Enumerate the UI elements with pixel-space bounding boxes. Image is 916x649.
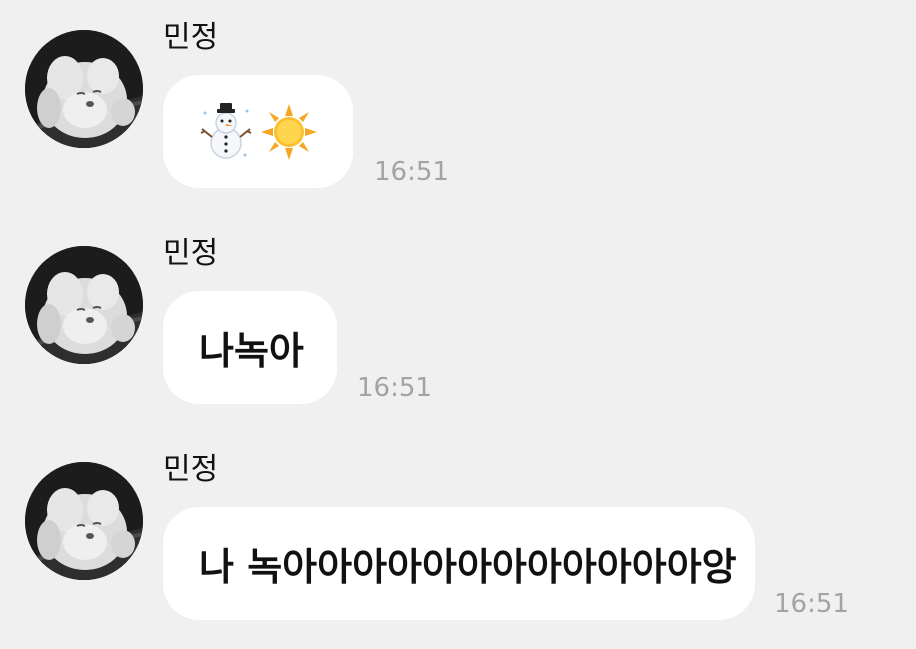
message-row: 민정 16:51	[0, 0, 916, 200]
avatar-image	[25, 30, 143, 148]
timestamp: 16:51	[774, 589, 849, 619]
avatar[interactable]	[25, 30, 143, 148]
message-text: 나녹아	[199, 329, 304, 373]
avatar[interactable]	[25, 462, 143, 580]
sun-icon	[261, 103, 317, 160]
sender-name: 민정	[163, 20, 219, 55]
sender-name: 민정	[163, 236, 219, 271]
message-bubble[interactable]	[163, 75, 353, 188]
emoji-content	[199, 102, 317, 161]
sender-name: 민정	[163, 452, 219, 487]
message-bubble[interactable]: 나 녹아아아아아아아아아아아아앙	[163, 507, 755, 620]
avatar-image	[25, 246, 143, 364]
message-row: 민정 나녹아 16:51	[0, 216, 916, 416]
timestamp: 16:51	[357, 373, 432, 403]
avatar[interactable]	[25, 246, 143, 364]
snowman-icon	[200, 102, 252, 159]
message-row: 민정 나 녹아아아아아아아아아아아아앙 16:51	[0, 432, 916, 632]
message-bubble[interactable]: 나녹아	[163, 291, 337, 404]
message-text: 나 녹아아아아아아아아아아아아앙	[199, 545, 737, 589]
timestamp: 16:51	[374, 157, 449, 187]
avatar-image	[25, 462, 143, 580]
